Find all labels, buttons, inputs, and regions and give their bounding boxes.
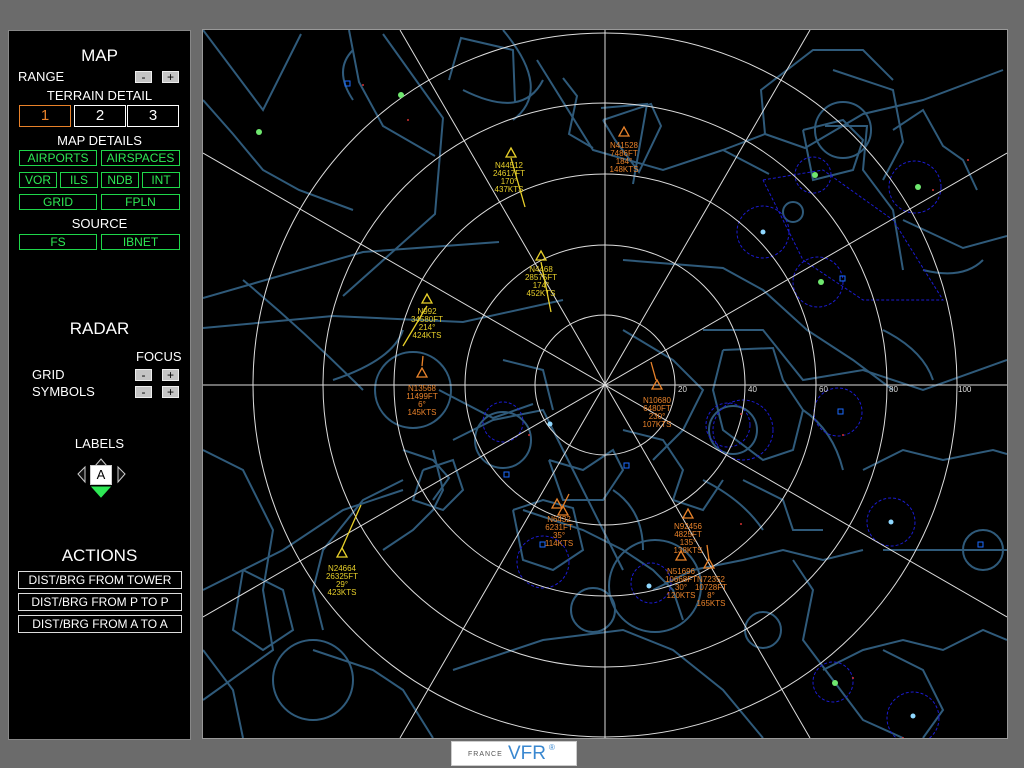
source-label: SOURCE xyxy=(71,216,128,231)
control-panel: MAP RANGE - + TERRAIN DETAIL 1 2 3 MAP D… xyxy=(8,30,191,740)
vor-icon xyxy=(760,229,766,235)
france-vfr-logo: FRANCE VFR ® xyxy=(451,741,577,766)
aircraft-speed: 424KTS xyxy=(413,331,442,340)
grid-focus-label: GRID xyxy=(32,367,65,382)
aircraft-icon xyxy=(420,292,434,304)
terrain-detail-1-button[interactable]: 1 xyxy=(19,105,71,127)
range-tick-labels: 20 40 60 80 100 xyxy=(678,385,972,394)
aircraft-target[interactable]: N41528 7486FT 184° 148KTS xyxy=(610,125,639,174)
radar-section-title: RADAR xyxy=(69,319,130,338)
aircraft-icon xyxy=(335,546,349,558)
aircraft-speed: 148KTS xyxy=(610,165,639,174)
range-tick-80: 80 xyxy=(889,385,898,394)
labels-right-arrow-icon[interactable] xyxy=(117,465,126,484)
range-minus-button[interactable]: - xyxy=(135,71,152,83)
aircraft-target[interactable]: N10680 6480FT 230° 107KTS xyxy=(643,361,672,429)
aircraft-target[interactable]: N13568 11499FT 6° 145KTS xyxy=(406,355,438,417)
aircraft-icon xyxy=(617,125,631,137)
grid-plus-button[interactable]: + xyxy=(162,369,179,381)
vor-button[interactable]: VOR xyxy=(19,172,57,188)
range-tick-20: 20 xyxy=(678,385,687,394)
ndb-icon xyxy=(977,541,984,548)
map-section-title: MAP xyxy=(81,46,118,65)
airports-button[interactable]: AIRPORTS xyxy=(19,150,97,166)
range-tick-60: 60 xyxy=(819,385,828,394)
aircraft-speed: 107KTS xyxy=(643,420,672,429)
aircraft-targets[interactable]: N44512 24617FT 170° 437KTS N41528 7486FT… xyxy=(326,125,727,608)
range-label: RANGE xyxy=(18,69,65,84)
int-button[interactable]: INT xyxy=(142,172,180,188)
ndb-icon xyxy=(837,408,844,415)
vor-icon xyxy=(646,583,652,589)
airport-icon xyxy=(818,279,824,285)
symbols-focus-label: SYMBOLS xyxy=(32,384,95,399)
ndb-icon xyxy=(623,462,630,469)
aircraft-speed: 120KTS xyxy=(667,591,696,600)
vor-icon xyxy=(888,519,894,525)
range-tick-40: 40 xyxy=(748,385,757,394)
aircraft-icon xyxy=(504,146,518,158)
airport-icon xyxy=(398,92,404,98)
source-fs-button[interactable]: FS xyxy=(19,234,97,250)
logo-registered-mark: ® xyxy=(549,743,555,752)
aircraft-icon xyxy=(415,366,429,378)
aircraft-target[interactable]: N92456 4825FT 135° 138KTS xyxy=(674,507,703,555)
aircraft-speed: 138KTS xyxy=(674,546,703,555)
grid-minus-button[interactable]: - xyxy=(135,369,152,381)
grid-button[interactable]: GRID xyxy=(19,194,97,210)
range-plus-button[interactable]: + xyxy=(162,71,179,83)
range-tick-100: 100 xyxy=(958,385,972,394)
ils-button[interactable]: ILS xyxy=(60,172,98,188)
ndb-button[interactable]: NDB xyxy=(101,172,139,188)
radar-scope[interactable]: 20 40 60 80 100 N44512 24617FT 170° 437K… xyxy=(202,29,1008,739)
aircraft-speed: 165KTS xyxy=(697,599,726,608)
dist-brg-p-to-p-button[interactable]: DIST/BRG FROM P TO P xyxy=(18,593,182,611)
airspaces-button[interactable]: AIRSPACES xyxy=(101,150,180,166)
aircraft-icon xyxy=(681,507,695,519)
ndb-icon xyxy=(503,471,510,478)
dist-brg-a-to-a-button[interactable]: DIST/BRG FROM A TO A xyxy=(18,615,182,633)
logo-small-text: FRANCE xyxy=(468,751,503,758)
aircraft-speed: 437KTS xyxy=(495,185,524,194)
terrain-detail-3-button[interactable]: 3 xyxy=(127,105,179,127)
vor-icon xyxy=(547,421,553,427)
source-ibnet-button[interactable]: IBNET xyxy=(101,234,180,250)
aircraft-speed: 145KTS xyxy=(408,408,437,417)
labels-mode-indicator: A xyxy=(90,465,112,485)
labels-down-arrow-icon[interactable] xyxy=(90,486,112,498)
airport-icon xyxy=(812,172,818,178)
radar-scope-canvas[interactable]: 20 40 60 80 100 N44512 24617FT 170° 437K… xyxy=(203,30,1007,738)
aircraft-speed: 114KTS xyxy=(545,539,573,548)
fpln-button[interactable]: FPLN xyxy=(101,194,180,210)
airport-icon xyxy=(832,680,838,686)
labels-section-title: LABELS xyxy=(74,436,125,451)
map-details-label: MAP DETAILS xyxy=(57,133,142,148)
aircraft-speed: 423KTS xyxy=(328,588,357,597)
terrain-detail-label: TERRAIN DETAIL xyxy=(46,88,153,103)
labels-left-arrow-icon[interactable] xyxy=(77,465,86,484)
focus-label: FOCUS xyxy=(136,349,182,364)
airport-icon xyxy=(256,129,262,135)
logo-big-text: VFR xyxy=(508,743,546,764)
dist-brg-from-tower-button[interactable]: DIST/BRG FROM TOWER xyxy=(18,571,182,589)
symbols-plus-button[interactable]: + xyxy=(162,386,179,398)
airport-icon xyxy=(915,184,921,190)
vor-icon xyxy=(910,713,916,719)
aircraft-speed: 452KTS xyxy=(527,289,556,298)
terrain-detail-2-button[interactable]: 2 xyxy=(74,105,126,127)
symbols-minus-button[interactable]: - xyxy=(135,386,152,398)
actions-section-title: ACTIONS xyxy=(61,546,138,565)
